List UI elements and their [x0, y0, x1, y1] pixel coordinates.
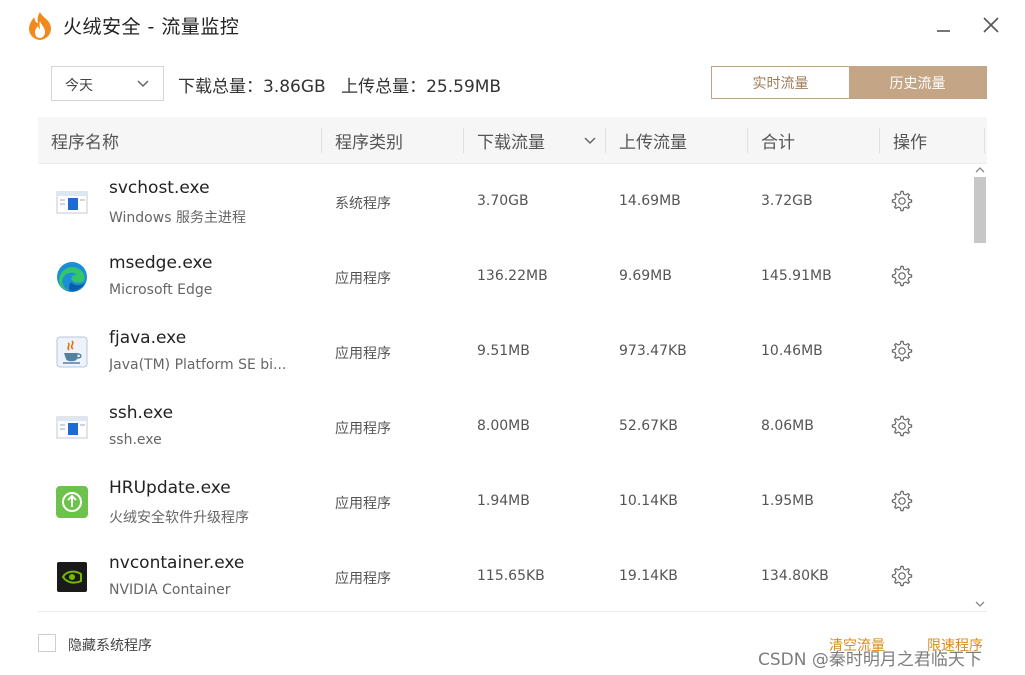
column-header-download-label: 下载流量: [477, 133, 545, 153]
total-value: 3.72GB: [761, 193, 813, 209]
process-name: nvcontainer.exe: [109, 553, 245, 573]
column-divider: [321, 128, 322, 153]
table-row[interactable]: msedge.exe Microsoft Edge 应用程序 136.22MB …: [38, 239, 973, 314]
process-description: Windows 服务主进程: [109, 210, 246, 226]
column-header-type[interactable]: 程序类别: [335, 117, 403, 164]
upload-total: 上传总量：25.59MB: [341, 77, 502, 97]
traffic-totals: 下载总量：3.86GB 上传总量：25.59MB: [178, 72, 511, 97]
footer-divider: [38, 611, 987, 612]
date-range-select[interactable]: 今天: [51, 66, 164, 101]
csdn-watermark: CSDN @秦时明月之君临天下: [758, 650, 982, 670]
process-name: fjava.exe: [109, 328, 187, 348]
download-value: 1.94MB: [477, 493, 530, 509]
download-total: 下载总量：3.86GB: [178, 77, 326, 97]
process-description: 火绒安全软件升级程序: [109, 510, 249, 526]
gear-icon[interactable]: [891, 565, 913, 587]
upload-value: 9.69MB: [619, 268, 672, 284]
windows-app-icon: [56, 416, 88, 439]
table-row[interactable]: fjava.exe Java(TM) Platform SE bi... 应用程…: [38, 314, 973, 389]
scroll-down-arrow-icon[interactable]: [975, 600, 985, 608]
column-header-upload[interactable]: 上传流量: [619, 117, 687, 164]
download-value: 8.00MB: [477, 418, 530, 434]
table-header: 程序名称 程序类别 下载流量 上传流量 合计 操作: [38, 117, 987, 164]
process-name: HRUpdate.exe: [109, 478, 231, 498]
minimize-icon[interactable]: [930, 12, 956, 38]
traffic-mode-toggle: 实时流量 历史流量: [711, 66, 987, 99]
total-value: 8.06MB: [761, 418, 814, 434]
process-type: 应用程序: [335, 271, 391, 287]
gear-icon[interactable]: [891, 490, 913, 512]
download-value: 9.51MB: [477, 343, 530, 359]
chevron-down-icon: [137, 80, 149, 88]
download-value: 115.65KB: [477, 568, 545, 584]
sort-desc-icon: [584, 136, 596, 144]
process-type: 系统程序: [335, 196, 391, 212]
hide-system-checkbox[interactable]: [38, 634, 56, 652]
total-value: 145.91MB: [761, 268, 832, 284]
title-bar: 火绒安全 - 流量监控: [0, 0, 1025, 52]
table-row[interactable]: HRUpdate.exe 火绒安全软件升级程序 应用程序 1.94MB 10.1…: [38, 464, 973, 539]
total-value: 1.95MB: [761, 493, 814, 509]
column-header-total[interactable]: 合计: [761, 117, 795, 164]
process-description: ssh.exe: [109, 432, 162, 448]
scrollbar-thumb[interactable]: [974, 177, 986, 243]
process-name: msedge.exe: [109, 253, 213, 273]
vertical-scrollbar[interactable]: [973, 164, 987, 610]
close-icon[interactable]: [978, 12, 1004, 38]
process-description: Java(TM) Platform SE bi...: [109, 357, 287, 373]
gear-icon[interactable]: [891, 265, 913, 287]
upload-value: 14.69MB: [619, 193, 681, 209]
column-divider: [605, 128, 606, 153]
windows-app-icon: [56, 191, 88, 214]
gear-icon[interactable]: [891, 340, 913, 362]
java-icon: [56, 336, 88, 368]
process-name: svchost.exe: [109, 178, 210, 198]
huorong-logo-icon: [29, 12, 51, 40]
date-range-value: 今天: [65, 78, 93, 94]
toolbar: 今天 下载总量：3.86GB 上传总量：25.59MB 实时流量 历史流量: [0, 66, 1025, 102]
download-value: 3.70GB: [477, 193, 529, 209]
total-value: 10.46MB: [761, 343, 823, 359]
column-header-name[interactable]: 程序名称: [51, 117, 119, 164]
window-title: 火绒安全 - 流量监控: [63, 16, 240, 38]
column-divider: [984, 128, 985, 153]
tab-realtime-traffic[interactable]: 实时流量: [712, 67, 849, 98]
upload-value: 10.14KB: [619, 493, 678, 509]
table-row[interactable]: svchost.exe Windows 服务主进程 系统程序 3.70GB 14…: [38, 164, 973, 239]
process-description: NVIDIA Container: [109, 582, 231, 598]
column-header-download[interactable]: 下载流量: [477, 117, 597, 164]
hide-system-label[interactable]: 隐藏系统程序: [68, 635, 152, 655]
upload-value: 52.67KB: [619, 418, 678, 434]
upload-value: 19.14KB: [619, 568, 678, 584]
process-type: 应用程序: [335, 346, 391, 362]
scroll-up-arrow-icon[interactable]: [975, 166, 985, 174]
column-divider: [747, 128, 748, 153]
process-name: ssh.exe: [109, 403, 174, 423]
nvidia-icon: [57, 562, 87, 592]
process-type: 应用程序: [335, 421, 391, 437]
table-row[interactable]: ssh.exe ssh.exe 应用程序 8.00MB 52.67KB 8.06…: [38, 389, 973, 464]
gear-icon[interactable]: [891, 415, 913, 437]
upload-value: 973.47KB: [619, 343, 687, 359]
column-header-action: 操作: [893, 133, 927, 153]
hr-update-icon: [56, 486, 88, 518]
process-type: 应用程序: [335, 496, 391, 512]
table-row[interactable]: nvcontainer.exe NVIDIA Container 应用程序 11…: [38, 539, 973, 610]
column-divider: [463, 128, 464, 153]
column-divider: [879, 128, 880, 153]
total-value: 134.80KB: [761, 568, 829, 584]
gear-icon[interactable]: [891, 190, 913, 212]
process-list: svchost.exe Windows 服务主进程 系统程序 3.70GB 14…: [38, 164, 973, 610]
tab-history-traffic[interactable]: 历史流量: [849, 67, 986, 98]
process-description: Microsoft Edge: [109, 282, 213, 298]
edge-icon: [57, 262, 87, 292]
download-value: 136.22MB: [477, 268, 548, 284]
process-type: 应用程序: [335, 571, 391, 587]
